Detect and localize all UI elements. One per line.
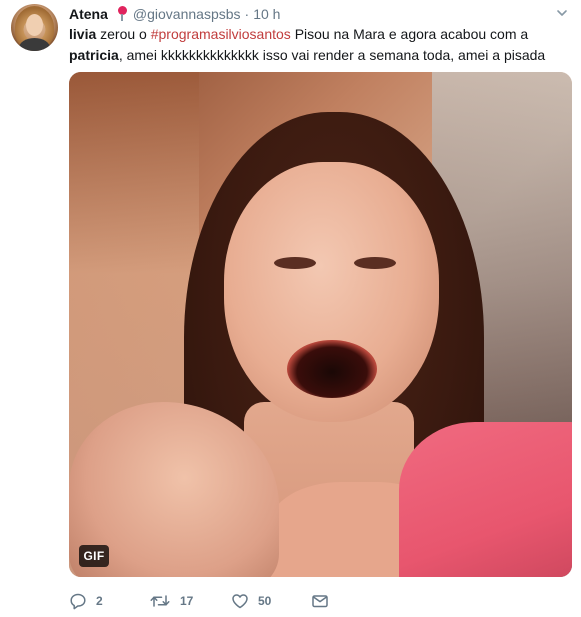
separator-dot: · bbox=[244, 6, 250, 22]
author-name[interactable]: Atena bbox=[69, 6, 108, 22]
retweet-button[interactable]: 17 bbox=[149, 589, 193, 613]
heart-icon bbox=[232, 594, 248, 609]
author-handle[interactable]: @giovannaspsbs bbox=[133, 6, 241, 22]
tweet-text: livia zerou o #programasilviosantos Piso… bbox=[69, 24, 569, 66]
like-button[interactable]: 50 bbox=[231, 589, 271, 613]
reply-icon bbox=[70, 593, 86, 610]
tweet-header: Atena @giovannaspsbs · 10 h bbox=[69, 5, 280, 23]
tweet-text-segment: , amei kkkkkkkkkkkkkk isso vai render a … bbox=[118, 47, 546, 63]
reply-button[interactable]: 2 bbox=[69, 589, 103, 613]
tweet-text-segment: Pisou na Mara e agora acabou com a bbox=[290, 26, 529, 42]
tweet-text-segment: zerou o bbox=[96, 26, 151, 42]
pin-icon bbox=[116, 6, 128, 22]
tweet-timestamp[interactable]: 10 h bbox=[253, 6, 280, 22]
hashtag-link[interactable]: #programasilviosantos bbox=[151, 26, 291, 42]
envelope-icon bbox=[312, 595, 328, 608]
mention-patricia: patricia bbox=[69, 47, 119, 63]
like-count: 50 bbox=[258, 594, 272, 608]
tweet-actions: 2 17 50 bbox=[69, 589, 569, 613]
retweet-icon bbox=[150, 595, 170, 607]
gif-badge: GIF bbox=[79, 545, 109, 567]
author-avatar[interactable] bbox=[11, 4, 58, 51]
reply-count: 2 bbox=[96, 594, 103, 608]
chevron-down-icon[interactable] bbox=[556, 7, 568, 19]
retweet-count: 17 bbox=[180, 594, 194, 608]
tweet-gif-media[interactable] bbox=[69, 72, 572, 577]
mention-livia: livia bbox=[69, 26, 97, 42]
direct-message-button[interactable] bbox=[311, 589, 329, 613]
